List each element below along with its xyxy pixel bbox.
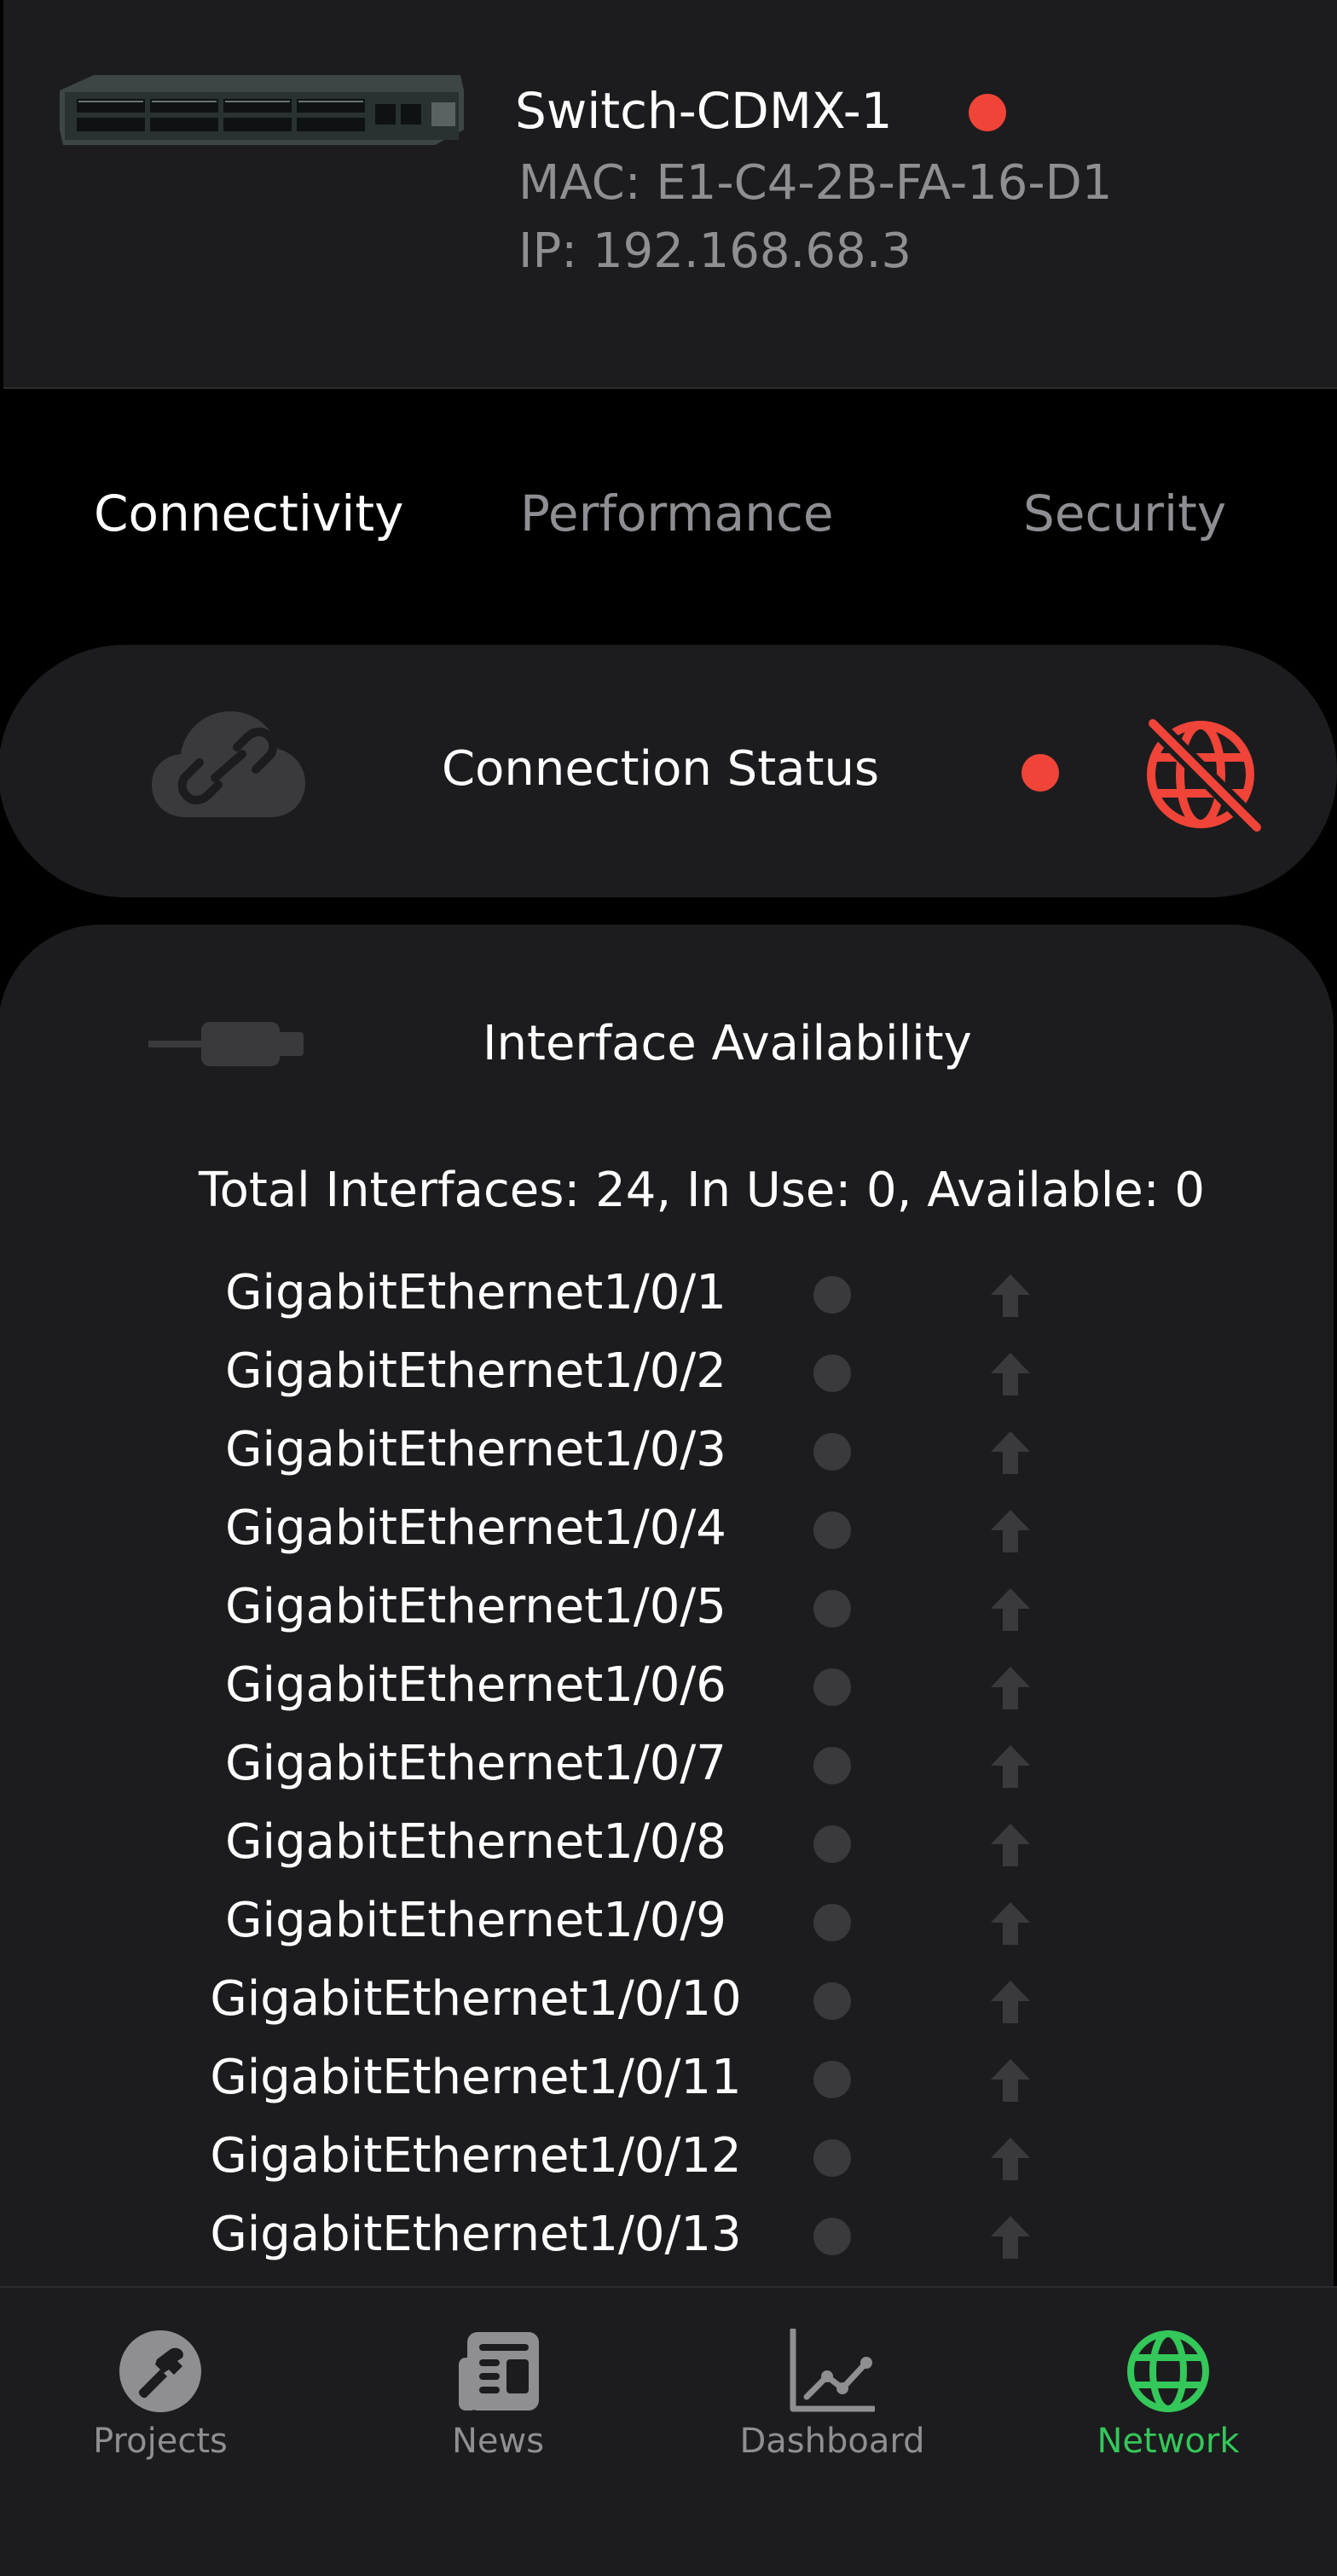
globe-off-icon bbox=[1144, 715, 1264, 834]
interface-availability-card: Interface Availability Total Interfaces:… bbox=[0, 925, 1334, 2375]
interface-name: GigabitEthernet1/0/9 bbox=[225, 1893, 726, 1948]
arrow-up-icon bbox=[991, 1353, 1030, 1395]
interface-row[interactable]: GigabitEthernet1/0/11 bbox=[0, 2044, 1334, 2122]
interface-name: GigabitEthernet1/0/10 bbox=[210, 1971, 742, 2027]
connection-status-card: Connection Status bbox=[0, 645, 1337, 897]
globe-icon bbox=[1127, 2330, 1209, 2412]
interface-status-dot bbox=[813, 2061, 851, 2098]
interface-row[interactable]: GigabitEthernet1/0/13 bbox=[0, 2201, 1334, 2279]
interface-row[interactable]: GigabitEthernet1/0/6 bbox=[0, 1651, 1334, 1730]
interface-status-dot bbox=[813, 1511, 851, 1549]
tabbar-dashboard-label: Dashboard bbox=[739, 2422, 925, 2461]
interface-row[interactable]: GigabitEthernet1/0/12 bbox=[0, 2122, 1334, 2201]
tab-connectivity[interactable]: Connectivity bbox=[94, 479, 403, 548]
tab-security[interactable]: Security bbox=[1023, 479, 1226, 548]
interface-status-dot bbox=[813, 1590, 851, 1627]
interface-row[interactable]: GigabitEthernet1/0/10 bbox=[0, 1965, 1334, 2044]
interface-status-dot bbox=[813, 1982, 851, 2020]
interface-name: GigabitEthernet1/0/1 bbox=[225, 1265, 726, 1320]
bottom-tab-bar: Projects News Dashboard Network bbox=[0, 2286, 1337, 2576]
tabbar-news[interactable]: News bbox=[370, 2308, 626, 2487]
interface-availability-title: Interface Availability bbox=[483, 1016, 972, 1071]
device-ip-address: IP: 192.168.68.3 bbox=[518, 223, 912, 279]
tabbar-network-label: Network bbox=[1097, 2422, 1240, 2461]
arrow-up-icon bbox=[991, 1588, 1030, 1631]
interface-status-dot bbox=[813, 1276, 851, 1314]
interface-list: GigabitEthernet1/0/1 GigabitEthernet1/0/2… bbox=[0, 1259, 1334, 2279]
interface-row[interactable]: GigabitEthernet1/0/9 bbox=[0, 1887, 1334, 1965]
interface-row[interactable]: GigabitEthernet1/0/2 bbox=[0, 1337, 1334, 1416]
tabbar-projects[interactable]: Projects bbox=[32, 2308, 288, 2487]
arrow-up-icon bbox=[991, 1510, 1030, 1552]
interface-status-dot bbox=[813, 1747, 851, 1784]
arrow-up-icon bbox=[991, 1902, 1030, 1945]
interface-name: GigabitEthernet1/0/2 bbox=[225, 1343, 726, 1399]
arrow-up-icon bbox=[991, 1824, 1030, 1866]
interface-name: GigabitEthernet1/0/3 bbox=[225, 1422, 726, 1477]
tab-performance[interactable]: Performance bbox=[520, 479, 834, 548]
interface-name: GigabitEthernet1/0/13 bbox=[210, 2207, 742, 2262]
connection-status-label: Connection Status bbox=[442, 741, 880, 797]
hammer-icon bbox=[119, 2330, 201, 2412]
device-name: Switch-CDMX-1 bbox=[515, 82, 893, 140]
interface-status-dot bbox=[813, 2139, 851, 2177]
interface-row[interactable]: GigabitEthernet1/0/1 bbox=[0, 1259, 1334, 1337]
newspaper-icon bbox=[459, 2332, 539, 2411]
arrow-up-icon bbox=[991, 1274, 1030, 1317]
interface-status-dot bbox=[813, 2218, 851, 2255]
interface-name: GigabitEthernet1/0/12 bbox=[210, 2128, 742, 2184]
interface-row[interactable]: GigabitEthernet1/0/3 bbox=[0, 1416, 1334, 1494]
interface-summary: Total Interfaces: 24, In Use: 0, Availab… bbox=[198, 1163, 1206, 1218]
interface-name: GigabitEthernet1/0/4 bbox=[225, 1500, 726, 1556]
arrow-up-icon bbox=[991, 1745, 1030, 1788]
interface-name: GigabitEthernet1/0/11 bbox=[210, 2050, 742, 2105]
arrow-up-icon bbox=[991, 1981, 1030, 2023]
interface-status-dot bbox=[813, 1355, 851, 1392]
ethernet-cable-icon bbox=[148, 1022, 304, 1066]
tabbar-news-label: News bbox=[451, 2422, 545, 2461]
device-header: Switch-CDMX-1 MAC: E1-C4-2B-FA-16-D1 IP:… bbox=[3, 0, 1337, 389]
interface-status-dot bbox=[813, 1433, 851, 1471]
arrow-up-icon bbox=[991, 2138, 1030, 2180]
chart-line-icon bbox=[790, 2329, 875, 2412]
interface-name: GigabitEthernet1/0/8 bbox=[225, 1814, 726, 1870]
arrow-up-icon bbox=[991, 2216, 1030, 2259]
cloud-link-icon bbox=[152, 711, 305, 817]
interface-row[interactable]: GigabitEthernet1/0/4 bbox=[0, 1494, 1334, 1573]
tabbar-dashboard[interactable]: Dashboard bbox=[704, 2308, 960, 2487]
interface-row[interactable]: GigabitEthernet1/0/5 bbox=[0, 1573, 1334, 1651]
device-status-dot bbox=[969, 94, 1006, 131]
arrow-up-icon bbox=[991, 1667, 1030, 1709]
tabbar-network[interactable]: Network bbox=[1040, 2308, 1296, 2487]
interface-name: GigabitEthernet1/0/6 bbox=[225, 1657, 726, 1713]
tabbar-projects-label: Projects bbox=[93, 2422, 228, 2461]
interface-name: GigabitEthernet1/0/5 bbox=[225, 1579, 726, 1634]
arrow-up-icon bbox=[991, 1431, 1030, 1474]
network-switch-image bbox=[60, 75, 464, 145]
interface-name: GigabitEthernet1/0/7 bbox=[225, 1736, 726, 1791]
interface-row[interactable]: GigabitEthernet1/0/8 bbox=[0, 1808, 1334, 1887]
interface-status-dot bbox=[813, 1904, 851, 1941]
device-mac-address: MAC: E1-C4-2B-FA-16-D1 bbox=[518, 155, 1113, 211]
interface-row[interactable]: GigabitEthernet1/0/7 bbox=[0, 1730, 1334, 1808]
connection-status-dot bbox=[1022, 754, 1059, 792]
interface-status-dot bbox=[813, 1825, 851, 1863]
interface-status-dot bbox=[813, 1668, 851, 1706]
arrow-up-icon bbox=[991, 2059, 1030, 2102]
